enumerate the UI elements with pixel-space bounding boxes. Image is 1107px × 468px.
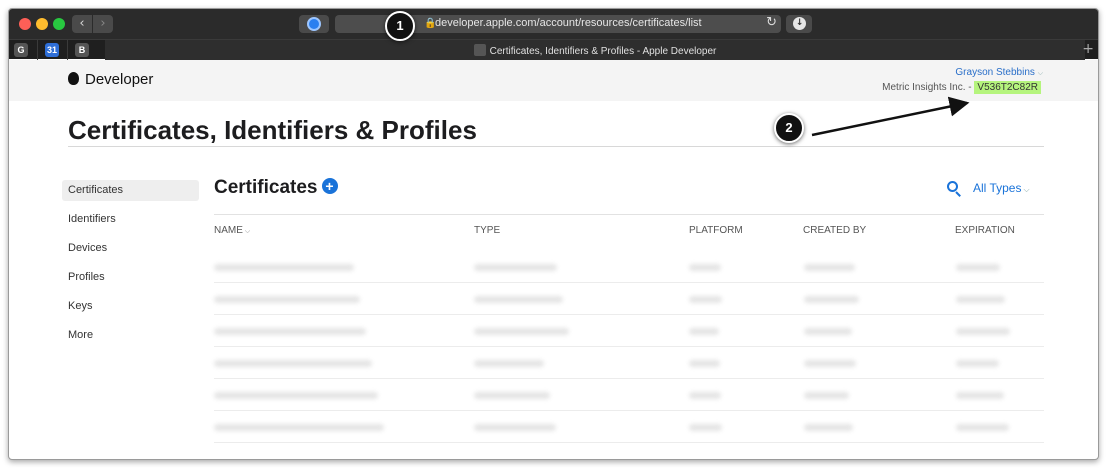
redacted-cell (689, 392, 721, 399)
team-name: Metric Insights Inc. - (882, 82, 975, 93)
redacted-cell (214, 264, 354, 271)
redacted-cell (804, 296, 859, 303)
redacted-cell (689, 264, 721, 271)
annotation-callout-1: 1 (385, 11, 415, 41)
table-row[interactable] (214, 379, 1044, 411)
column-header-name[interactable]: NAME ⌵ (214, 225, 250, 236)
chevron-down-icon: ⌵ (244, 228, 251, 235)
redacted-cell (474, 264, 557, 271)
tab-bar: G 31 B Certificates, Identifiers & Profi… (9, 39, 1098, 60)
site-header: Developer Grayson Stebbins ⌵ Metric Insi… (9, 60, 1098, 101)
tab-divider (67, 40, 68, 60)
download-icon: ↓ (793, 17, 806, 30)
tab-title-text: Certificates, Identifiers & Profiles - A… (489, 46, 717, 57)
team-id: V536T2C82R (974, 81, 1041, 94)
chevron-down-icon: ⌵ (1037, 70, 1043, 77)
sidebar-item-more[interactable]: More (62, 325, 199, 346)
pinned-tab-g[interactable]: G (14, 43, 28, 57)
sidebar-item-devices[interactable]: Devices (62, 238, 199, 259)
redacted-cell (474, 424, 556, 431)
search-icon[interactable] (947, 181, 961, 197)
developer-logo[interactable]: Developer (68, 71, 153, 88)
pinned-tab-calendar[interactable]: 31 (45, 43, 59, 57)
redacted-cell (956, 424, 1009, 431)
new-tab-button[interactable]: + (1082, 41, 1094, 57)
redacted-cell (214, 424, 384, 431)
section-title-text: Certificates (214, 177, 318, 198)
table-row[interactable] (214, 315, 1044, 347)
annotation-callout-2: 2 (774, 113, 804, 143)
redacted-cell (804, 392, 849, 399)
zoom-window-button[interactable] (53, 18, 65, 30)
section-title: Certificates + (214, 177, 338, 199)
close-window-button[interactable] (19, 18, 31, 30)
column-header-label: NAME (214, 225, 243, 236)
redacted-cell (956, 264, 1000, 271)
redacted-cell (474, 296, 563, 303)
pinned-tab-b[interactable]: B (75, 43, 89, 57)
url-text: developer.apple.com/account/resources/ce… (435, 17, 702, 29)
chevron-down-icon: ⌵ (1023, 185, 1030, 194)
sidebar-item-profiles[interactable]: Profiles (62, 267, 199, 288)
back-button[interactable]: ‹ (72, 15, 92, 33)
column-header-platform: PLATFORM (689, 225, 743, 236)
redacted-cell (214, 328, 366, 335)
table-row[interactable] (214, 347, 1044, 379)
sidebar-nav: Certificates Identifiers Devices Profile… (62, 180, 199, 354)
developer-logo-text: Developer (85, 71, 154, 88)
table-row[interactable] (214, 251, 1044, 283)
user-name: Grayson Stebbins (955, 67, 1035, 78)
redacted-cell (214, 360, 372, 367)
redacted-cell (804, 328, 852, 335)
redacted-cell (804, 424, 853, 431)
redacted-cell (804, 360, 856, 367)
reload-icon[interactable]: ↻ (766, 15, 777, 30)
table-row[interactable] (214, 283, 1044, 315)
title-bar: ‹ › 🔒 developer.apple.com/account/resour… (9, 9, 1098, 39)
divider (68, 146, 1044, 147)
redacted-cell (689, 424, 722, 431)
column-header-created-by: CREATED BY (803, 225, 867, 236)
redacted-cell (956, 360, 999, 367)
redacted-cell (804, 264, 855, 271)
apple-logo-icon (68, 72, 79, 85)
filter-label: All Types (973, 181, 1022, 195)
forward-button[interactable]: › (93, 15, 113, 33)
sidebar-item-keys[interactable]: Keys (62, 296, 199, 317)
tab-divider (37, 40, 38, 60)
active-tab[interactable]: Certificates, Identifiers & Profiles - A… (105, 40, 1085, 60)
apple-favicon-icon (473, 44, 486, 56)
password-manager-icon (307, 17, 321, 31)
sidebar-item-certificates[interactable]: Certificates (62, 180, 199, 201)
table-divider (214, 214, 1044, 215)
team-info: Metric Insights Inc. - V536T2C82R (882, 81, 1041, 94)
downloads-button[interactable]: ↓ (786, 15, 812, 33)
column-header-expiration: EXPIRATION (955, 225, 1015, 236)
redacted-cell (474, 328, 569, 335)
redacted-cell (956, 392, 1004, 399)
redacted-cell (689, 296, 722, 303)
redacted-cell (474, 392, 550, 399)
type-filter-dropdown[interactable]: All Types ⌵ (973, 181, 1030, 195)
browser-window: ‹ › 🔒 developer.apple.com/account/resour… (8, 8, 1099, 460)
redacted-cell (214, 392, 378, 399)
redacted-cell (956, 296, 1005, 303)
redacted-cell (956, 328, 1010, 335)
sidebar-item-identifiers[interactable]: Identifiers (62, 209, 199, 230)
minimize-window-button[interactable] (36, 18, 48, 30)
redacted-cell (214, 296, 360, 303)
add-certificate-button[interactable]: + (321, 178, 338, 194)
page-title: Certificates, Identifiers & Profiles (68, 115, 477, 145)
redacted-cell (474, 360, 544, 367)
account-menu[interactable]: Grayson Stebbins ⌵ (955, 67, 1043, 78)
redacted-cell (689, 328, 719, 335)
redacted-cell (689, 360, 720, 367)
password-manager-button[interactable] (299, 15, 329, 33)
column-header-type: TYPE (474, 225, 501, 236)
tab-title: Certificates, Identifiers & Profiles - A… (105, 44, 1085, 57)
table-row[interactable] (214, 411, 1044, 443)
